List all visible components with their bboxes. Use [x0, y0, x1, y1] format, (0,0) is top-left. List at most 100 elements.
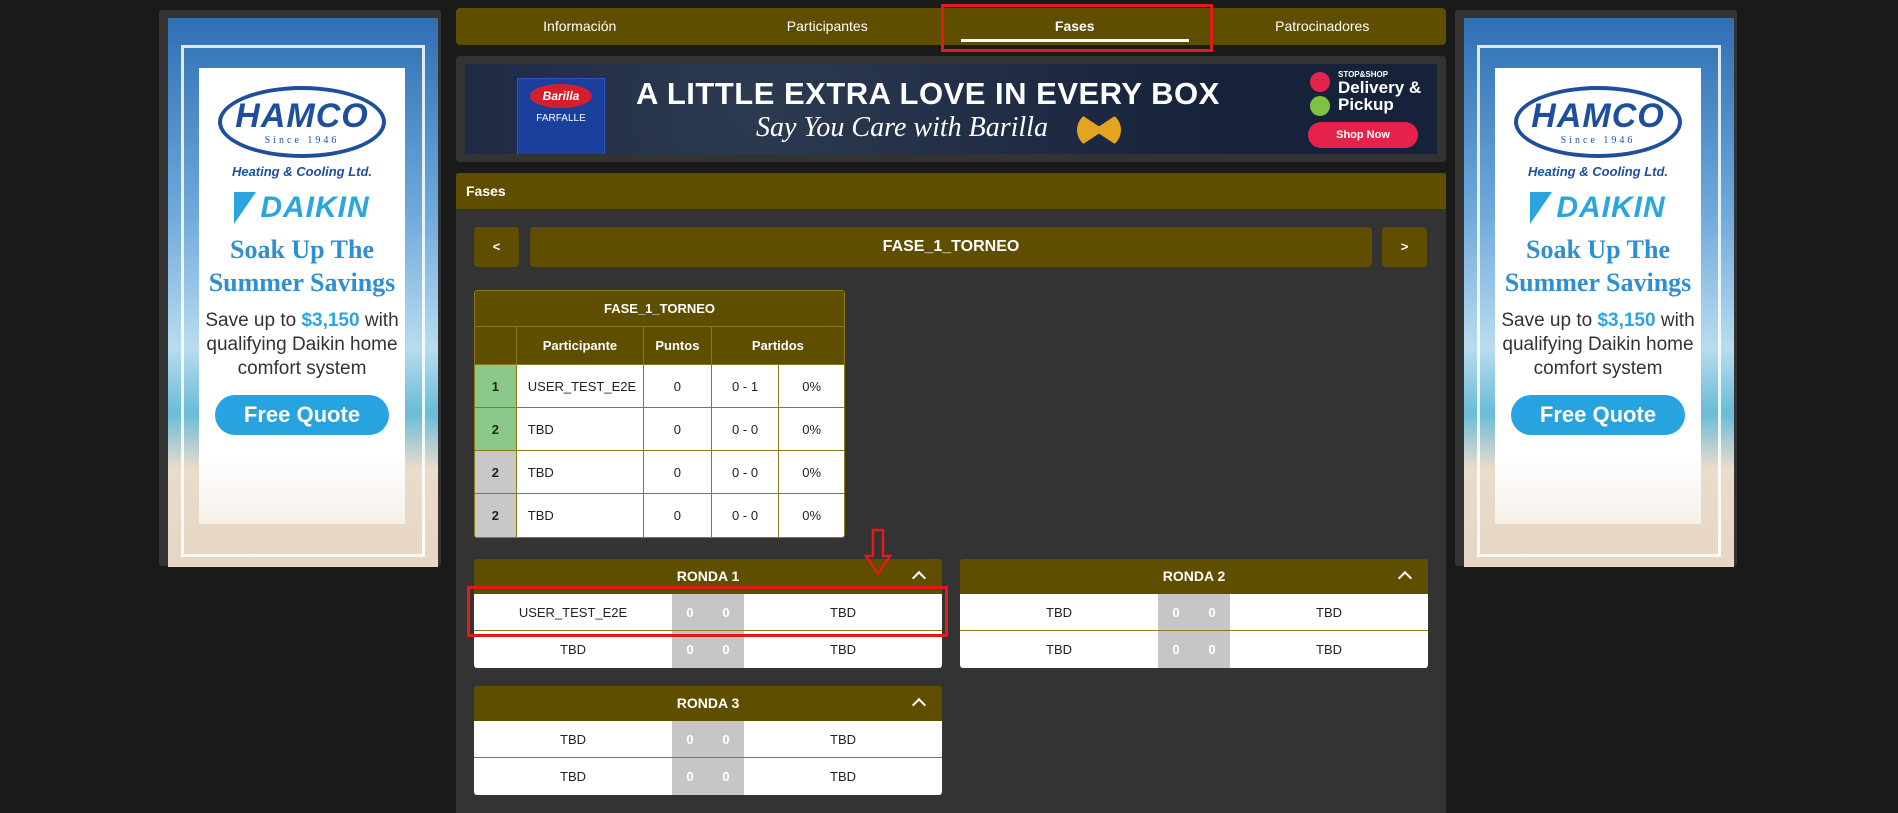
match-row[interactable]: TBD 0 0 TBD	[960, 594, 1428, 631]
chevron-up-icon[interactable]	[911, 697, 927, 713]
standings-table: FASE_1_TORNEO Participante Puntos Partid…	[474, 290, 845, 538]
tab-informacion[interactable]: Información	[456, 8, 704, 45]
row-percentage: 0%	[802, 465, 822, 480]
hamco-brand: HAMCO	[235, 96, 369, 135]
right-ad-panel: HAMCO Since 1946 Heating & Cooling Ltd. …	[1455, 10, 1737, 567]
ad-headline: Soak Up The Summer Savings	[1504, 235, 1692, 297]
highlight-box-match	[467, 586, 948, 637]
match-home-score: 0	[1158, 594, 1194, 630]
round-3-header[interactable]: RONDA 3	[474, 686, 942, 721]
ad-save-prefix: Save up to	[1501, 310, 1593, 331]
barilla-banner-ad[interactable]: Barilla FARFALLE A LITTLE EXTRA LOVE IN …	[465, 64, 1437, 154]
row-record: 0 - 0	[712, 408, 780, 450]
daikin-icon	[234, 192, 257, 224]
stopshop-red-dot-icon	[1310, 72, 1330, 92]
match-home: TBD	[1046, 605, 1072, 620]
match-away: TBD	[1316, 605, 1342, 620]
row-position: 2	[475, 408, 517, 450]
row-points: 0	[644, 494, 712, 537]
banner-subtitle: Say You Care with Barilla	[756, 112, 1048, 143]
row-record: 0 - 1	[712, 365, 780, 407]
standings-header-row: Participante Puntos Partidos	[475, 327, 844, 365]
farfalle-pasta-icon	[1077, 112, 1121, 148]
stopshop-green-dot-icon	[1310, 96, 1330, 116]
ad-card: HAMCO Since 1946 Heating & Cooling Ltd. …	[199, 68, 405, 524]
chevron-up-icon[interactable]	[1397, 570, 1413, 586]
row-position: 2	[475, 494, 517, 537]
banner-container: Barilla FARFALLE A LITTLE EXTRA LOVE IN …	[456, 56, 1446, 162]
hamco-logo: HAMCO Since 1946	[1514, 86, 1682, 158]
shop-now-button[interactable]: Shop Now	[1308, 122, 1418, 148]
fases-header: Fases	[456, 173, 1446, 209]
header-participante: Participante	[517, 327, 645, 364]
arrow-down-icon	[864, 528, 892, 576]
stopshop-service: Delivery & Pickup	[1338, 78, 1422, 114]
free-quote-button[interactable]: Free Quote	[215, 395, 389, 435]
free-quote-button[interactable]: Free Quote	[1511, 395, 1685, 435]
row-points: 0	[644, 451, 712, 493]
row-percentage: 0%	[802, 422, 822, 437]
header-puntos: Puntos	[644, 327, 712, 364]
hamco-since: Since 1946	[264, 134, 340, 146]
match-away-score: 0	[1194, 631, 1230, 668]
row-participant: TBD	[517, 494, 645, 537]
match-away: TBD	[830, 732, 856, 747]
match-home: TBD	[560, 732, 586, 747]
daikin-logo: DAIKIN	[1495, 191, 1701, 225]
chevron-up-icon[interactable]	[911, 570, 927, 586]
row-record: 0 - 0	[712, 451, 780, 493]
ad-save-amount: $3,150	[1597, 310, 1656, 331]
match-row[interactable]: TBD 0 0 TBD	[960, 631, 1428, 668]
next-phase-button[interactable]: >	[1382, 227, 1427, 267]
row-points: 0	[644, 408, 712, 450]
barilla-logo: Barilla	[530, 84, 592, 108]
row-position: 1	[475, 365, 517, 407]
left-ad-panel: HAMCO Since 1946 Heating & Cooling Ltd. …	[159, 10, 441, 567]
match-away-score: 0	[708, 758, 744, 795]
match-home-score: 0	[1158, 631, 1194, 668]
ad-savings-text: Save up to $3,150 with qualifying Daikin…	[199, 309, 405, 381]
right-ad-banner[interactable]: HAMCO Since 1946 Heating & Cooling Ltd. …	[1464, 18, 1734, 567]
row-percentage: 0%	[802, 379, 822, 394]
daikin-brand: DAIKIN	[260, 191, 370, 224]
match-row[interactable]: TBD 0 0 TBD	[474, 758, 942, 795]
daikin-brand: DAIKIN	[1556, 191, 1666, 224]
match-home: TBD	[1046, 642, 1072, 657]
phase-title: FASE_1_TORNEO	[530, 227, 1372, 267]
table-row: 2 TBD 0 0 - 0 0%	[475, 494, 844, 537]
round-2-header[interactable]: RONDA 2	[960, 559, 1428, 594]
hamco-tagline: Heating & Cooling Ltd.	[231, 164, 373, 179]
match-row[interactable]: TBD 0 0 TBD	[474, 721, 942, 758]
hamco-logo: HAMCO Since 1946	[218, 86, 386, 158]
row-points: 0	[644, 365, 712, 407]
row-percentage: 0%	[802, 508, 822, 523]
header-position	[475, 327, 517, 364]
round-title: RONDA 3	[676, 695, 740, 711]
prev-phase-button[interactable]: <	[474, 227, 519, 267]
match-away-score: 0	[708, 721, 744, 757]
ad-headline: Soak Up The Summer Savings	[208, 235, 396, 297]
round-title: RONDA 2	[1162, 568, 1226, 584]
main-content: Información Participantes Fases Patrocin…	[455, 0, 1447, 813]
match-home-score: 0	[672, 721, 708, 757]
ad-card: HAMCO Since 1946 Heating & Cooling Ltd. …	[1495, 68, 1701, 524]
barilla-box-image: Barilla FARFALLE	[517, 78, 605, 154]
match-away: TBD	[1316, 642, 1342, 657]
ad-savings-text: Save up to $3,150 with qualifying Daikin…	[1495, 309, 1701, 381]
row-record: 0 - 0	[712, 494, 780, 537]
left-ad-banner[interactable]: HAMCO Since 1946 Heating & Cooling Ltd. …	[168, 18, 438, 567]
standings-title: FASE_1_TORNEO	[475, 291, 844, 327]
fases-panel: Fases < FASE_1_TORNEO > FASE_1_TORNEO Pa…	[456, 173, 1446, 813]
row-position: 2	[475, 451, 517, 493]
daikin-logo: DAIKIN	[199, 191, 405, 225]
tab-participantes[interactable]: Participantes	[704, 8, 952, 45]
row-participant: TBD	[517, 408, 645, 450]
table-row: 2 TBD 0 0 - 0 0%	[475, 408, 844, 451]
round-3-card: RONDA 3 TBD 0 0 TBD TBD 0 0 TBD	[474, 686, 942, 795]
banner-title: A LITTLE EXTRA LOVE IN EVERY BOX	[636, 76, 1220, 111]
hamco-brand: HAMCO	[1531, 96, 1665, 135]
tab-patrocinadores[interactable]: Patrocinadores	[1199, 8, 1447, 45]
match-away-score: 0	[1194, 594, 1230, 630]
table-row: 2 TBD 0 0 - 0 0%	[475, 451, 844, 494]
match-home: TBD	[560, 769, 586, 784]
